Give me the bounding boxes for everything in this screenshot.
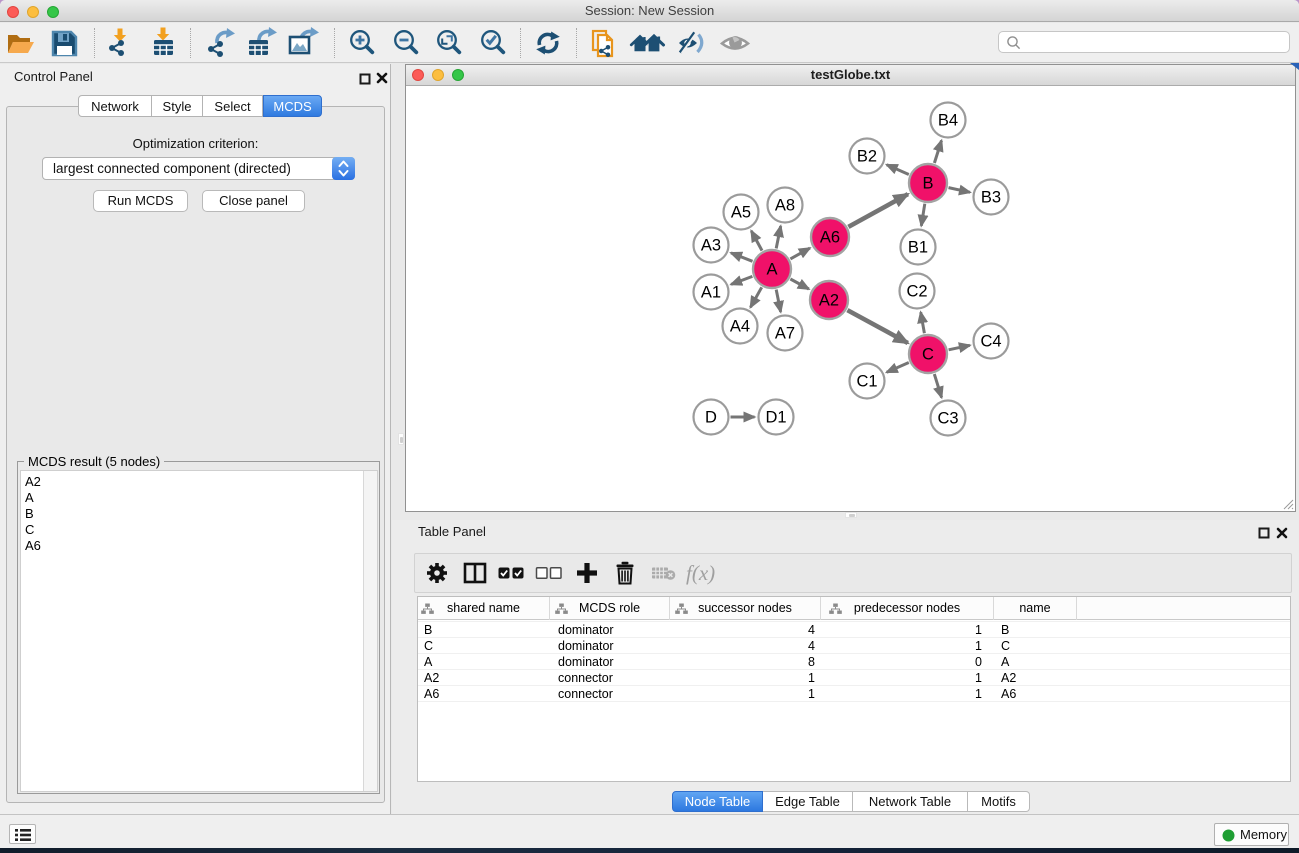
svg-text:B: B xyxy=(922,175,933,193)
svg-text:A5: A5 xyxy=(731,204,751,222)
svg-text:A2: A2 xyxy=(819,292,839,310)
svg-text:C1: C1 xyxy=(856,373,877,391)
svg-text:A7: A7 xyxy=(775,325,795,343)
svg-text:D: D xyxy=(705,409,717,427)
svg-text:A8: A8 xyxy=(775,197,795,215)
svg-text:B1: B1 xyxy=(908,239,928,257)
svg-text:C: C xyxy=(922,346,934,364)
svg-text:C2: C2 xyxy=(906,283,927,301)
svg-text:A6: A6 xyxy=(820,229,840,247)
svg-text:A1: A1 xyxy=(701,284,721,302)
svg-text:C4: C4 xyxy=(980,333,1001,351)
svg-text:f(x): f(x) xyxy=(686,561,715,585)
svg-text:B3: B3 xyxy=(981,189,1001,207)
svg-text:A: A xyxy=(766,261,777,279)
svg-text:D1: D1 xyxy=(765,409,786,427)
svg-text:C3: C3 xyxy=(937,410,958,428)
svg-text:A4: A4 xyxy=(730,318,750,336)
svg-text:B2: B2 xyxy=(857,148,877,166)
svg-text:B4: B4 xyxy=(938,112,958,130)
svg-text:A3: A3 xyxy=(701,237,721,255)
